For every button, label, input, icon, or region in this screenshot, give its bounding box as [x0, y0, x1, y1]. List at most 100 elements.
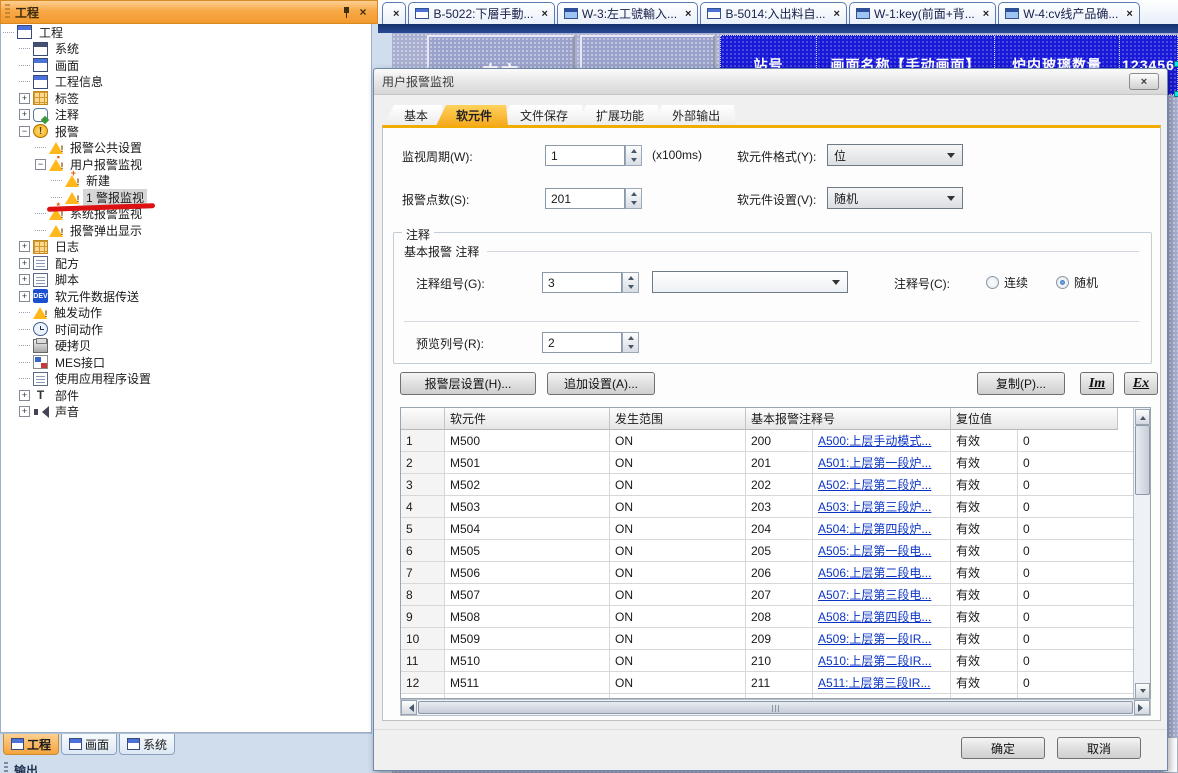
tree-item-sound[interactable]: +声音: [1, 404, 371, 421]
table-row[interactable]: 6M505ON205A505:上层第一段电...有效0: [401, 540, 1150, 562]
tree-item-label[interactable]: 触发动作: [51, 304, 105, 321]
dialog-tab-文件保存[interactable]: 文件保存: [500, 105, 584, 126]
dialog-close-button[interactable]: ×: [1129, 73, 1159, 90]
alarm-points-input[interactable]: 201: [545, 188, 625, 209]
tree-item-label[interactable]: 标签: [52, 90, 82, 107]
dialog-tab-基本[interactable]: 基本: [384, 105, 444, 126]
document-tab[interactable]: B-5022:下層手動...×: [408, 2, 554, 24]
table-header-cell[interactable]: [401, 408, 445, 430]
tab-close-icon[interactable]: ×: [1126, 8, 1132, 20]
preview-col-input[interactable]: 2: [542, 332, 622, 353]
radio-random[interactable]: 随机: [1056, 274, 1098, 291]
tree-item-label[interactable]: MES接口: [52, 354, 108, 371]
monitor-cycle-spinner[interactable]: [625, 145, 642, 166]
panel-grip[interactable]: [5, 4, 10, 20]
panel-tab-画面[interactable]: 画面: [61, 734, 117, 755]
scroll-down-icon[interactable]: [1135, 683, 1150, 699]
comment-group-no-input[interactable]: 3: [542, 272, 622, 293]
tree-item-label[interactable]: 使用应用程序设置: [52, 370, 154, 387]
comment-group-select[interactable]: [652, 271, 848, 293]
output-grip[interactable]: [4, 762, 8, 773]
tree-item-script[interactable]: + 脚本: [1, 272, 371, 289]
tree-item-label[interactable]: 用户报警监视: [67, 156, 145, 173]
expand-icon[interactable]: +: [19, 274, 30, 285]
tree-item-label[interactable]: + 标签: [1, 90, 371, 107]
table-row[interactable]: 3M502ON202A502:上层第二段炉...有效0: [401, 474, 1150, 496]
tree-item-label[interactable]: 软元件数据传送: [52, 288, 142, 305]
collapse-icon[interactable]: −: [19, 126, 30, 137]
document-tab-partial[interactable]: ×: [382, 2, 406, 24]
tab-close-icon[interactable]: ×: [834, 8, 840, 20]
panel-tab-系统[interactable]: 系统: [119, 734, 175, 755]
alarm-level-settings-button[interactable]: 报警层设置(H)...: [400, 372, 536, 395]
tree-item-device-transfer[interactable]: +DEV软元件数据传送: [1, 288, 371, 305]
expand-icon[interactable]: +: [19, 390, 30, 401]
comment-link-cell[interactable]: A501:上层第一段炉...: [813, 452, 951, 474]
tree-item-label[interactable]: 画面: [52, 57, 82, 74]
tree-item-label[interactable]: 工程信息: [52, 73, 106, 90]
table-vertical-scrollbar[interactable]: [1133, 408, 1150, 699]
radio-continuous[interactable]: 连续: [986, 274, 1028, 291]
table-row[interactable]: 11M510ON210A510:上层第二段IR...有效0: [401, 650, 1150, 672]
comment-link-cell[interactable]: A511:上层第三段IR...: [813, 672, 951, 694]
import-button[interactable]: Im: [1080, 372, 1114, 395]
dialog-tab-外部输出[interactable]: 外部输出: [652, 105, 736, 126]
comment-link-cell[interactable]: A510:上层第二段IR...: [813, 650, 951, 672]
expand-icon[interactable]: +: [19, 109, 30, 120]
preview-col-spinner[interactable]: [622, 332, 639, 353]
table-row[interactable]: 1M500ON200A500:上层手动模式...有效0: [401, 430, 1150, 452]
tree-item-label[interactable]: 配方: [52, 255, 82, 272]
table-header-cell[interactable]: 基本报警注释号: [746, 408, 951, 430]
tree-item-time-action[interactable]: 时间动作: [1, 321, 371, 338]
tree-item-label[interactable]: 时间动作: [52, 321, 106, 338]
expand-icon[interactable]: +: [19, 93, 30, 104]
tab-close-icon[interactable]: ×: [685, 8, 691, 20]
document-tab[interactable]: W-1:key(前面+背...×: [849, 2, 996, 24]
tree-item-trigger-action[interactable]: 触发动作: [1, 305, 371, 322]
comment-link-cell[interactable]: A506:上层第二段电...: [813, 562, 951, 584]
export-button[interactable]: Ex: [1124, 372, 1158, 395]
table-header-cell[interactable]: 复位值: [951, 408, 1118, 430]
dialog-tab-软元件[interactable]: 软元件: [436, 105, 508, 126]
alarm-points-spinner[interactable]: [625, 188, 642, 209]
tree-item-label[interactable]: 新建: [83, 172, 113, 189]
device-format-select[interactable]: 位: [827, 144, 963, 166]
table-row[interactable]: 7M506ON206A506:上层第二段电...有效0: [401, 562, 1150, 584]
scroll-left-icon[interactable]: [401, 700, 417, 715]
tree-item-user-alarm[interactable]: −▪用户报警监视: [1, 156, 371, 173]
panel-tab-工程[interactable]: 工程: [3, 734, 59, 755]
scroll-right-icon[interactable]: [1134, 700, 1150, 715]
cancel-button[interactable]: 取消: [1057, 737, 1141, 759]
comment-link-cell[interactable]: A500:上层手动模式...: [813, 430, 951, 452]
table-row[interactable]: 9M508ON208A508:上层第四段电...有效0: [401, 606, 1150, 628]
tree-item-app-settings[interactable]: 使用应用程序设置: [1, 371, 371, 388]
dialog-title-bar[interactable]: 用户报警监视 ×: [374, 69, 1167, 95]
expand-icon[interactable]: +: [19, 241, 30, 252]
selection-handle[interactable]: [1174, 91, 1178, 97]
tree-item-label[interactable]: 报警公共设置: [67, 139, 145, 156]
tree-item-project-info[interactable]: 工程信息: [1, 74, 371, 91]
tab-close-icon[interactable]: ×: [983, 8, 989, 20]
tree-item-screen[interactable]: 画面: [1, 57, 371, 74]
tree-item-hardcopy[interactable]: 硬拷贝: [1, 338, 371, 355]
comment-link-cell[interactable]: A503:上层第三段炉...: [813, 496, 951, 518]
comment-link-cell[interactable]: A508:上层第四段电...: [813, 606, 951, 628]
tree-item-label[interactable]: 系统: [52, 40, 82, 57]
tree-item-label[interactable]: 日志: [52, 238, 82, 255]
vertical-scroll-thumb[interactable]: [1135, 425, 1150, 495]
tree-item-log[interactable]: + 日志: [1, 239, 371, 256]
collapse-icon[interactable]: −: [35, 159, 46, 170]
comment-link-cell[interactable]: A502:上层第二段炉...: [813, 474, 951, 496]
table-row[interactable]: 10M509ON209A509:上层第一段IR...有效0: [401, 628, 1150, 650]
tree-item-label[interactable]: 脚本: [52, 271, 82, 288]
tab-close-icon[interactable]: ×: [541, 8, 547, 20]
table-row[interactable]: 5M504ON204A504:上层第四段炉...有效0: [401, 518, 1150, 540]
pin-icon[interactable]: [339, 5, 355, 20]
monitor-cycle-input[interactable]: 1: [545, 145, 625, 166]
document-tab[interactable]: B-5014:入出料自...×: [700, 2, 846, 24]
comment-link-cell[interactable]: A507:上层第三段电...: [813, 584, 951, 606]
device-setting-select[interactable]: 随机: [827, 187, 963, 209]
append-settings-button[interactable]: 追加设置(A)...: [547, 372, 655, 395]
tree-item-label[interactable]: 注释: [52, 106, 82, 123]
ok-button[interactable]: 确定: [961, 737, 1045, 759]
